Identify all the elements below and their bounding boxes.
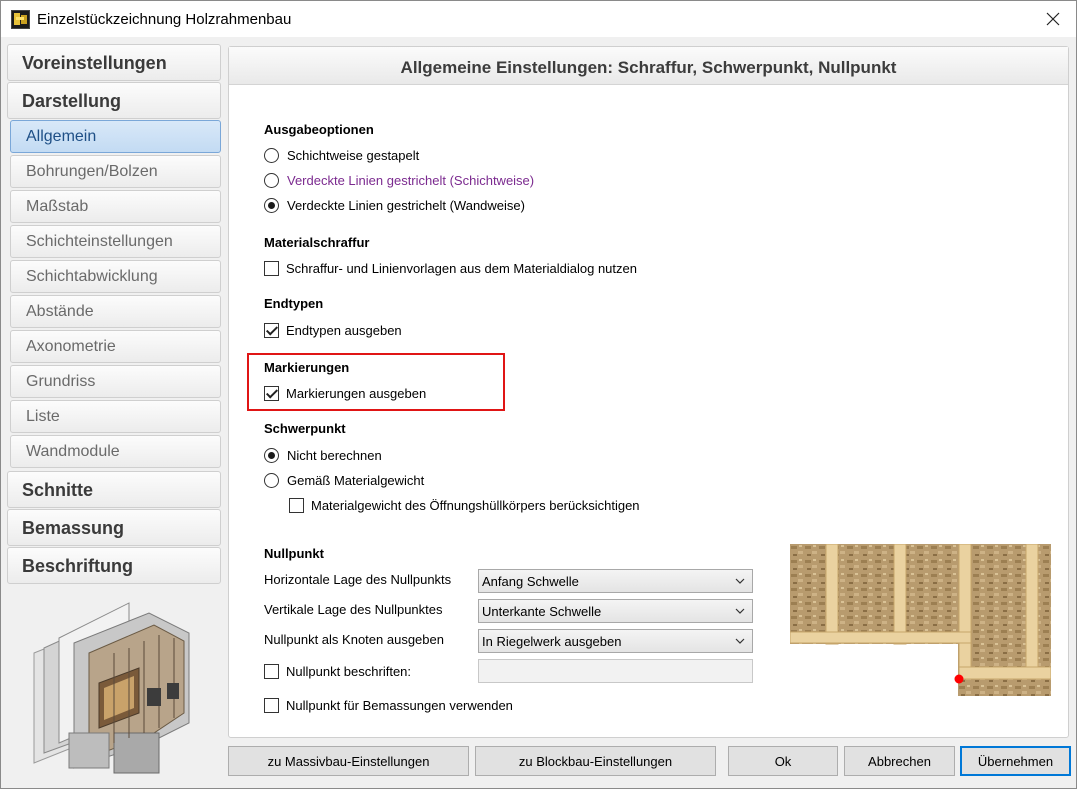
radio-circle[interactable] bbox=[264, 172, 279, 188]
section-ausgabeoptionen: Ausgabeoptionen bbox=[264, 122, 374, 137]
nullpunkt-preview-image bbox=[790, 544, 1051, 696]
close-button[interactable] bbox=[1030, 1, 1076, 37]
abbrechen-button[interactable]: Abbrechen bbox=[844, 746, 955, 776]
chevron-down-icon bbox=[735, 638, 745, 644]
nullpunkt-beschriftung-input[interactable] bbox=[478, 659, 753, 683]
radio-label: Verdeckte Linien gestrichelt (Schichtwei… bbox=[287, 172, 535, 188]
checkbox-label: Materialgewicht des Öffnungshüllkörpers … bbox=[311, 497, 640, 513]
ok-button[interactable]: Ok bbox=[728, 746, 838, 776]
nav-bohrungen-bolzen[interactable]: Bohrungen/Bolzen bbox=[10, 155, 221, 188]
radio-circle[interactable] bbox=[264, 472, 279, 488]
chevron-down-icon bbox=[735, 578, 745, 584]
origin-point-marker bbox=[954, 674, 964, 684]
section-schwerpunkt: Schwerpunkt bbox=[264, 421, 346, 436]
checkbox-label: Nullpunkt beschriften: bbox=[286, 663, 412, 679]
checkbox-box[interactable] bbox=[264, 663, 279, 679]
radio-circle-selected[interactable] bbox=[264, 197, 279, 213]
radio-nicht-berechnen[interactable]: Nicht berechnen bbox=[264, 445, 382, 465]
nav-liste[interactable]: Liste bbox=[10, 400, 221, 433]
label-horizontale-lage: Horizontale Lage des Nullpunkts bbox=[264, 572, 452, 587]
radio-schichtweise-gestapelt[interactable]: Schichtweise gestapelt bbox=[264, 145, 419, 165]
radio-label: Gemäß Materialgewicht bbox=[287, 472, 425, 488]
dialog-window: Einzelstückzeichnung Holzrahmenbau Vorei… bbox=[0, 0, 1077, 789]
panel-title: Allgemeine Einstellungen: Schraffur, Sch… bbox=[229, 47, 1068, 85]
radio-label: Schichtweise gestapelt bbox=[287, 147, 420, 163]
title-bar: Einzelstückzeichnung Holzrahmenbau bbox=[1, 1, 1076, 37]
radio-circle[interactable] bbox=[264, 147, 279, 163]
nav-abstaende[interactable]: Abstände bbox=[10, 295, 221, 328]
nav-axonometrie[interactable]: Axonometrie bbox=[10, 330, 221, 363]
radio-verdeckte-schichtweise[interactable]: Verdeckte Linien gestrichelt (Schichtwei… bbox=[264, 170, 534, 190]
checkbox-markierungen-ausgeben[interactable]: Markierungen ausgeben bbox=[264, 383, 426, 403]
checkbox-box-checked[interactable] bbox=[264, 322, 279, 338]
radio-gemaess-materialgewicht[interactable]: Gemäß Materialgewicht bbox=[264, 470, 424, 490]
checkbox-nullpunkt-bemassungen[interactable]: Nullpunkt für Bemassungen verwenden bbox=[264, 695, 513, 715]
app-icon bbox=[11, 10, 30, 29]
checkbox-endtypen-ausgeben[interactable]: Endtypen ausgeben bbox=[264, 320, 402, 340]
close-icon bbox=[1046, 12, 1060, 26]
nav-allgemein[interactable]: Allgemein bbox=[10, 120, 221, 153]
label-nullpunkt-knoten: Nullpunkt als Knoten ausgeben bbox=[264, 632, 444, 647]
section-endtypen: Endtypen bbox=[264, 296, 324, 311]
nav-grundriss[interactable]: Grundriss bbox=[10, 365, 221, 398]
dropdown-value: Unterkante Schwelle bbox=[482, 604, 602, 619]
checkbox-oeffnungshuellkoerper[interactable]: Materialgewicht des Öffnungshüllkörpers … bbox=[289, 495, 640, 515]
checkbox-materialvorlagen[interactable]: Schraffur- und Linienvorlagen aus dem Ma… bbox=[264, 258, 637, 278]
section-nullpunkt: Nullpunkt bbox=[264, 546, 324, 561]
blockbau-settings-button[interactable]: zu Blockbau-Einstellungen bbox=[475, 746, 716, 776]
checkbox-label: Nullpunkt für Bemassungen verwenden bbox=[286, 697, 513, 713]
dropdown-horizontale-lage[interactable]: Anfang Schwelle bbox=[478, 569, 753, 593]
dropdown-vertikale-lage[interactable]: Unterkante Schwelle bbox=[478, 599, 753, 623]
massivbau-settings-button[interactable]: zu Massivbau-Einstellungen bbox=[228, 746, 469, 776]
nav-darstellung[interactable]: Darstellung bbox=[7, 82, 221, 119]
nav-wandmodule[interactable]: Wandmodule bbox=[10, 435, 221, 468]
radio-circle-selected[interactable] bbox=[264, 447, 279, 463]
checkbox-box[interactable] bbox=[289, 497, 304, 513]
checkbox-box-checked[interactable] bbox=[264, 385, 279, 401]
label-vertikale-lage: Vertikale Lage des Nullpunktes bbox=[264, 602, 443, 617]
dropdown-value: In Riegelwerk ausgeben bbox=[482, 634, 622, 649]
house-illustration bbox=[33, 602, 190, 774]
section-materialschraffur: Materialschraffur bbox=[264, 235, 370, 250]
chevron-down-icon bbox=[735, 608, 745, 614]
dropdown-nullpunkt-knoten[interactable]: In Riegelwerk ausgeben bbox=[478, 629, 753, 653]
window-title: Einzelstückzeichnung Holzrahmenbau bbox=[37, 11, 292, 28]
checkbox-box[interactable] bbox=[264, 697, 279, 713]
checkbox-box[interactable] bbox=[264, 260, 279, 276]
nav-schnitte[interactable]: Schnitte bbox=[7, 471, 221, 508]
checkbox-label: Endtypen ausgeben bbox=[286, 322, 402, 338]
nav-bemassung[interactable]: Bemassung bbox=[7, 509, 221, 546]
nav-voreinstellungen[interactable]: Voreinstellungen bbox=[7, 44, 221, 81]
radio-label: Nicht berechnen bbox=[287, 447, 382, 463]
radio-verdeckte-wandweise[interactable]: Verdeckte Linien gestrichelt (Wandweise) bbox=[264, 195, 525, 215]
radio-label: Verdeckte Linien gestrichelt (Wandweise) bbox=[287, 197, 525, 213]
nav-schichteinstellungen[interactable]: Schichteinstellungen bbox=[10, 225, 221, 258]
uebernehmen-button[interactable]: Übernehmen bbox=[960, 746, 1071, 776]
section-markierungen: Markierungen bbox=[264, 360, 350, 375]
checkbox-label: Markierungen ausgeben bbox=[286, 385, 427, 401]
dropdown-value: Anfang Schwelle bbox=[482, 574, 579, 589]
nav-schichtabwicklung[interactable]: Schichtabwicklung bbox=[10, 260, 221, 293]
checkbox-label: Schraffur- und Linienvorlagen aus dem Ma… bbox=[286, 260, 637, 276]
checkbox-nullpunkt-beschriften[interactable]: Nullpunkt beschriften: bbox=[264, 661, 411, 681]
nav-beschriftung[interactable]: Beschriftung bbox=[7, 547, 221, 584]
nav-massstab[interactable]: Maßstab bbox=[10, 190, 221, 223]
